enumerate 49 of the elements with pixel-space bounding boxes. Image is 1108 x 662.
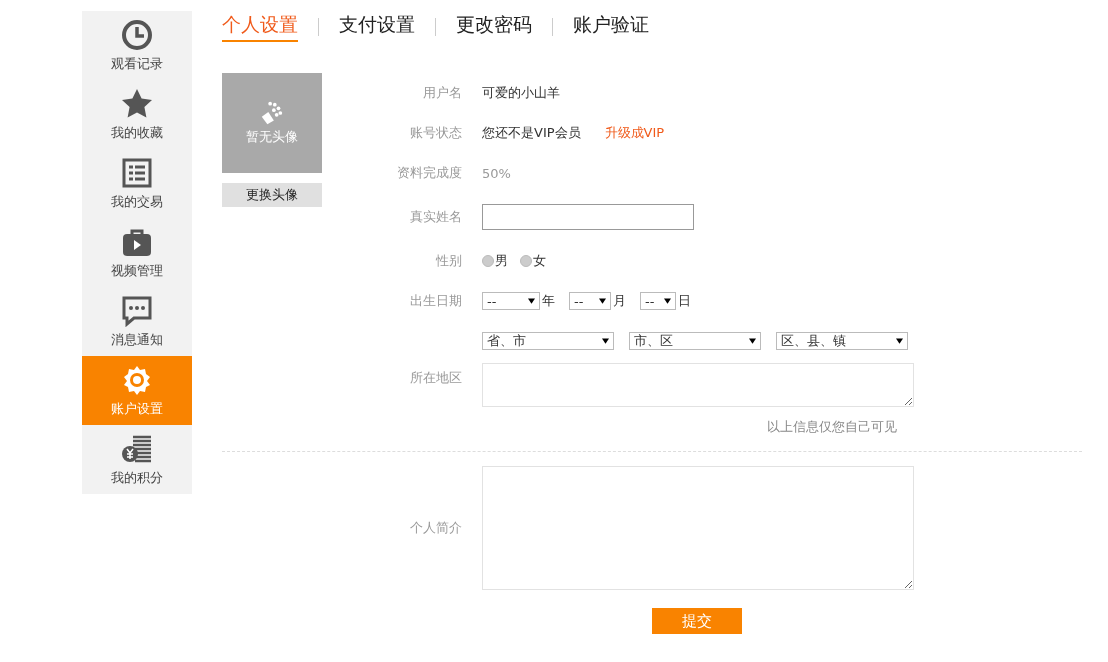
caret-icon <box>599 298 606 304</box>
tab[interactable]: 账户验证 <box>573 12 649 42</box>
clock-icon <box>121 18 153 51</box>
upgrade-link[interactable]: 升级成VIP <box>604 124 665 142</box>
select-dropdown[interactable]: -- <box>482 292 540 310</box>
message-icon <box>121 294 153 327</box>
select-dropdown[interactable]: 市、区 <box>629 332 761 350</box>
select-dropdown[interactable]: 省、市 <box>482 332 614 350</box>
list-icon <box>121 156 153 189</box>
caret-icon <box>528 298 535 304</box>
sidebar-item[interactable]: 消息通知 <box>82 287 192 356</box>
field-label: 账号状态 <box>409 124 463 142</box>
sidebar-item[interactable]: 我的收藏 <box>82 80 192 149</box>
select-dropdown[interactable]: -- <box>569 292 611 310</box>
unit-label: 年 <box>542 292 555 310</box>
unit-label: 日 <box>678 292 691 310</box>
avatar-caption: 暂无头像 <box>246 128 298 146</box>
radio-option[interactable]: 女 <box>520 252 546 270</box>
field-label: 资料完成度 <box>396 164 463 182</box>
sidebar-item[interactable]: 我的积分 <box>82 425 192 494</box>
caret-icon <box>602 338 609 344</box>
select-dropdown[interactable]: -- <box>640 292 676 310</box>
text-area[interactable] <box>482 363 914 407</box>
sidebar-item[interactable]: 我的交易 <box>82 149 192 218</box>
sidebar-item[interactable]: 观看记录 <box>82 11 192 80</box>
field-value: 可爱的小山羊 <box>482 84 560 102</box>
change-avatar-button[interactable]: 更换头像 <box>222 183 322 207</box>
caret-icon <box>749 338 756 344</box>
info-note: 以上信息仅您自己可见 <box>767 418 897 436</box>
field-label: 所在地区 <box>409 369 463 387</box>
field-value: 50% <box>482 165 511 181</box>
sidebar-item[interactable]: 视频管理 <box>82 218 192 287</box>
caret-icon <box>664 298 671 304</box>
unit-label: 月 <box>613 292 626 310</box>
tab[interactable]: 支付设置 <box>339 12 415 42</box>
input-field[interactable] <box>482 204 694 230</box>
tab[interactable]: 更改密码 <box>456 12 532 42</box>
star-icon <box>121 87 153 120</box>
field-label: 个人简介 <box>409 519 463 537</box>
field-label: 真实姓名 <box>409 208 463 226</box>
caret-icon <box>896 338 903 344</box>
logo-icon <box>259 100 285 126</box>
select-dropdown[interactable]: 区、县、镇 <box>776 332 908 350</box>
field-value: 您还不是VIP会员 <box>482 124 581 142</box>
radio-option[interactable]: 男 <box>482 252 508 270</box>
field-label: 用户名 <box>422 84 463 102</box>
text-area[interactable] <box>482 466 914 590</box>
field-label: 性别 <box>435 252 463 270</box>
field-label: 出生日期 <box>409 292 463 310</box>
